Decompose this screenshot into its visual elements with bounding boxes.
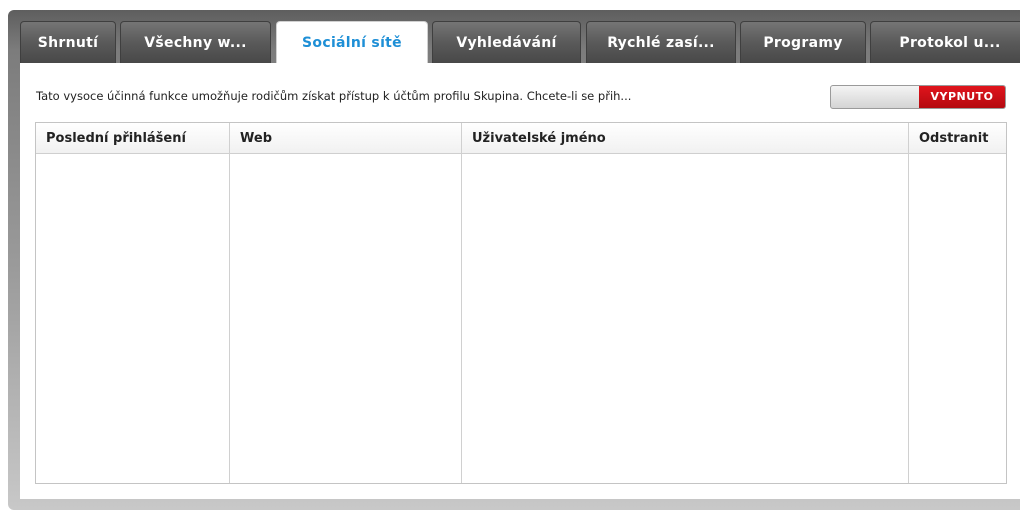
toggle-state-label: VYPNUTO	[919, 86, 1005, 108]
column-header-username[interactable]: Uživatelské jméno	[462, 123, 908, 153]
tab-bar: Shrnutí Všechny w... Sociální sítě Vyhle…	[20, 21, 1020, 65]
tab-summary[interactable]: Shrnutí	[20, 21, 116, 63]
feature-description: Tato vysoce účinná funkce umožňuje rodič…	[36, 89, 632, 103]
tab-social-networks[interactable]: Sociální sítě	[276, 21, 428, 65]
column-header-web[interactable]: Web	[230, 123, 461, 153]
tab-activity-log[interactable]: Protokol u...	[870, 21, 1020, 63]
tab-search[interactable]: Vyhledávání	[432, 21, 581, 63]
column-divider	[229, 123, 230, 483]
social-networks-panel: Tato vysoce účinná funkce umožňuje rodič…	[20, 63, 1020, 499]
table-header: Poslední přihlášení Web Uživatelské jmén…	[36, 123, 1006, 154]
column-header-last-login[interactable]: Poslední přihlášení	[36, 123, 229, 153]
column-divider	[461, 123, 462, 483]
column-header-remove[interactable]: Odstranit	[909, 123, 1006, 153]
accounts-table: Poslední přihlášení Web Uživatelské jmén…	[35, 122, 1007, 484]
column-divider	[908, 123, 909, 483]
tab-instant-messaging[interactable]: Rychlé zasí...	[586, 21, 736, 63]
tab-all-websites[interactable]: Všechny w...	[120, 21, 271, 63]
feature-toggle[interactable]: VYPNUTO	[830, 85, 1006, 109]
tab-programs[interactable]: Programy	[740, 21, 866, 63]
